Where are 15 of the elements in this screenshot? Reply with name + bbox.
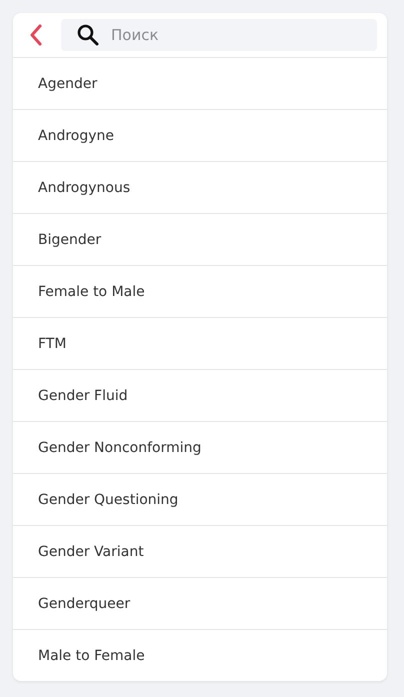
list-item[interactable]: Androgyne	[13, 110, 387, 162]
list-item[interactable]: Genderqueer	[13, 578, 387, 630]
search-bar[interactable]: Поиск	[61, 19, 377, 51]
search-field[interactable]: Поиск	[109, 25, 367, 45]
search-icon	[77, 24, 99, 46]
list-item[interactable]: Gender Fluid	[13, 370, 387, 422]
list-item[interactable]: Gender Nonconforming	[13, 422, 387, 474]
list-item[interactable]: Male to Female	[13, 630, 387, 681]
list-item[interactable]: FTM	[13, 318, 387, 370]
list-item[interactable]: Female to Male	[13, 266, 387, 318]
list-item[interactable]: Bigender	[13, 214, 387, 266]
list-item[interactable]: Gender Questioning	[13, 474, 387, 526]
list-item[interactable]: Agender	[13, 58, 387, 110]
list-item[interactable]: Gender Variant	[13, 526, 387, 578]
list-item[interactable]: Androgynous	[13, 162, 387, 214]
